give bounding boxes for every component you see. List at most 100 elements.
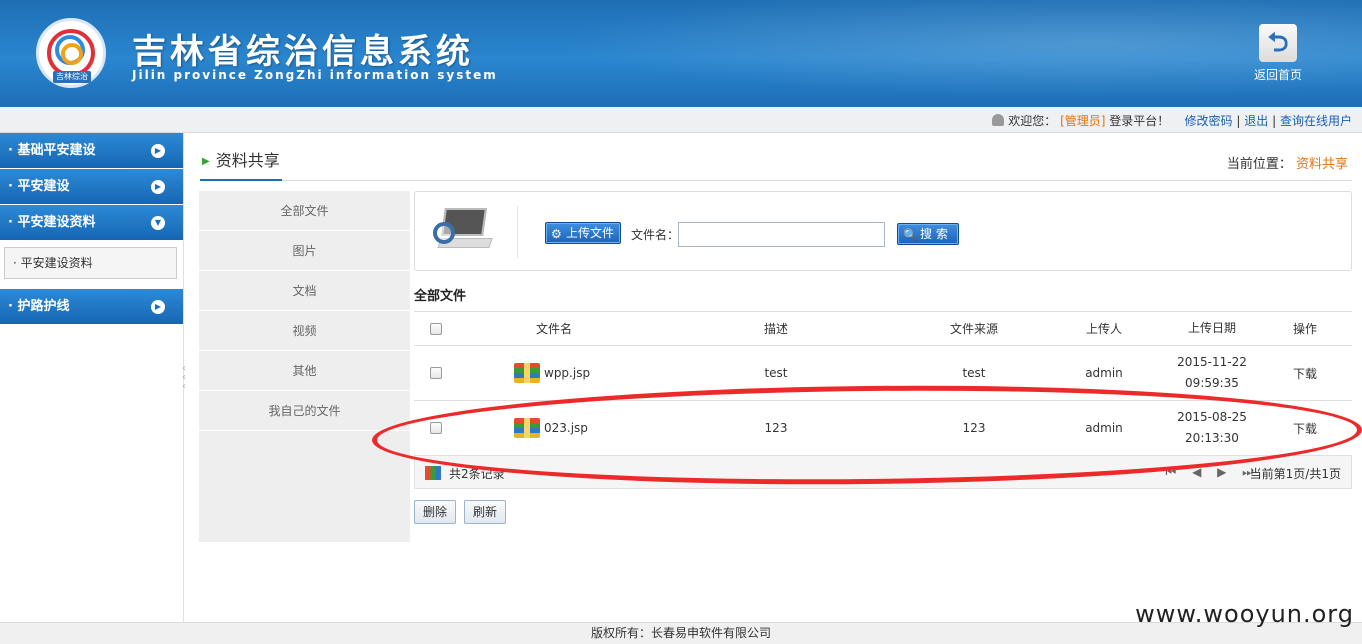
sidebar-item-label: · 护路护线 <box>8 299 70 314</box>
file-table: 文件名 描述 文件来源 上传人 上传日期 操作 wpp.jsp test tes… <box>414 311 1352 456</box>
gear-icon: ⚙ <box>551 227 562 241</box>
page-header: ▶ 资料共享 当前位置： 资料共享 <box>200 147 1352 181</box>
refresh-button[interactable]: 刷新 <box>464 500 507 524</box>
time-text: 09:59:35 <box>1185 376 1239 390</box>
tab-arrow-icon: ▶ <box>202 156 210 167</box>
page-info: 当前第1页/共1页 <box>1249 467 1341 481</box>
pagination-controls[interactable]: ⏮ ◀ ▶ ⏭ <box>1165 465 1259 480</box>
watermark: www.wooyun.org <box>1135 600 1354 628</box>
file-upload-date: 2015-11-22 09:59:35 <box>1164 346 1260 400</box>
header-source: 文件来源 <box>949 322 998 336</box>
file-description: 123 <box>764 421 788 435</box>
category-my-files[interactable]: 我自己的文件 <box>199 391 410 431</box>
file-name: wpp.jsp <box>544 366 591 380</box>
user-role: [管理员] <box>1060 114 1106 128</box>
login-text: 登录平台！ <box>1109 114 1170 128</box>
separator: | <box>1236 114 1241 128</box>
filename-label: 文件名： <box>631 228 680 242</box>
file-uploader: admin <box>1085 366 1123 380</box>
system-title: 吉林省综治信息系统 <box>132 32 474 72</box>
category-videos[interactable]: 视频 <box>199 311 410 351</box>
logo: 吉林综治 <box>36 18 106 88</box>
header-upload-date: 上传日期 <box>1187 321 1236 335</box>
file-name: 023.jsp <box>544 421 588 435</box>
search-label: 搜索 <box>920 227 953 241</box>
category-documents[interactable]: 文档 <box>199 271 410 311</box>
search-icon: 🔍 <box>903 228 922 242</box>
category-other[interactable]: 其他 <box>199 351 410 391</box>
sidebar-item-label: · 平安建设资料 <box>8 215 96 230</box>
upload-file-button[interactable]: ⚙ 上传文件 <box>545 222 622 244</box>
row-checkbox[interactable] <box>430 422 442 434</box>
upload-search-box: ⚙ 上传文件 文件名： 🔍 搜索 <box>414 191 1352 271</box>
expand-arrow-icon: ▶ <box>151 180 165 194</box>
home-label: 返回首页 <box>1253 68 1302 82</box>
file-source: 123 <box>962 421 986 435</box>
table-row: wpp.jsp test test admin 2015-11-22 09:59… <box>414 346 1352 401</box>
location-current: 资料共享 <box>1295 157 1348 172</box>
return-home-icon: ⮌ <box>1259 24 1297 62</box>
file-upload-date: 2015-08-25 20:13:30 <box>1164 401 1260 455</box>
user-bar: 欢迎您： [管理员] 登录平台！ 修改密码 | 退出 | 查询在线用户 <box>0 107 1362 133</box>
home-button[interactable]: ⮌ 返回首页 <box>1250 24 1306 83</box>
header-action: 操作 <box>1292 322 1317 336</box>
archive-file-icon <box>514 363 540 383</box>
file-uploader: admin <box>1085 421 1123 435</box>
sidebar-subitem-safety-materials[interactable]: · 平安建设资料 <box>4 247 177 279</box>
sidebar-item-label: · 基础平安建设 <box>8 143 96 158</box>
sidebar-subnav: · 平安建设资料 <box>0 241 183 289</box>
time-text: 20:13:30 <box>1185 431 1239 445</box>
table-header-row: 文件名 描述 文件来源 上传人 上传日期 操作 <box>414 312 1352 346</box>
sidebar-item-safety-materials[interactable]: · 平安建设资料 ▼ <box>0 205 183 240</box>
sidebar-collapse-handle[interactable]: ‹ ‹ ‹ <box>182 364 190 392</box>
category-all-files[interactable]: 全部文件 <box>199 191 410 231</box>
separator: | <box>1272 114 1277 128</box>
select-all-checkbox[interactable] <box>430 322 442 335</box>
location-label: 当前位置： <box>1226 157 1292 172</box>
upload-label: 上传文件 <box>566 226 615 240</box>
header-uploader: 上传人 <box>1085 322 1122 336</box>
main-content: ▶ 资料共享 当前位置： 资料共享 全部文件 图片 文档 视频 其他 我自己的文件… <box>190 133 1362 623</box>
list-title: 全部文件 <box>414 289 467 304</box>
expand-arrow-icon: ▶ <box>151 300 165 314</box>
page-title: 资料共享 <box>215 151 280 170</box>
delete-button[interactable]: 删除 <box>414 500 457 524</box>
record-count-text: 共2条记录 <box>449 467 505 481</box>
chart-icon <box>425 466 441 480</box>
download-link[interactable]: 下载 <box>1280 346 1330 400</box>
logo-text: 吉林综治 <box>53 71 91 83</box>
date-text: 2015-11-22 <box>1177 355 1247 369</box>
file-description: test <box>764 366 788 380</box>
logout-link[interactable]: 退出 <box>1244 114 1268 128</box>
date-text: 2015-08-25 <box>1177 410 1247 424</box>
laptop-search-icon <box>433 206 493 256</box>
archive-file-icon <box>514 418 540 438</box>
change-password-link[interactable]: 修改密码 <box>1185 114 1233 128</box>
sidebar: · 基础平安建设 ▶ · 平安建设 ▶ · 平安建设资料 ▼ · 平安建设资料 … <box>0 133 184 623</box>
download-link[interactable]: 下载 <box>1280 401 1330 455</box>
user-icon <box>992 114 1005 126</box>
sidebar-item-basic-safety[interactable]: · 基础平安建设 ▶ <box>0 133 183 168</box>
sidebar-item-safety-building[interactable]: · 平安建设 ▶ <box>0 169 183 204</box>
page-tab: ▶ 资料共享 <box>200 147 282 181</box>
header-filename: 文件名 <box>535 322 572 336</box>
row-checkbox[interactable] <box>430 367 442 379</box>
record-count: 共2条记录 <box>425 465 505 482</box>
app-header: 吉林综治 吉林省综治信息系统 Jilin province ZongZhi in… <box>0 0 1362 107</box>
filename-input[interactable] <box>678 222 885 247</box>
header-description: 描述 <box>763 322 788 336</box>
collapse-arrow-icon: ▼ <box>151 216 165 230</box>
table-row: 023.jsp 123 123 admin 2015-08-25 20:13:3… <box>414 401 1352 456</box>
divider <box>517 206 518 258</box>
category-images[interactable]: 图片 <box>199 231 410 271</box>
file-name-cell: 023.jsp <box>514 401 594 455</box>
sidebar-item-road-protection[interactable]: · 护路护线 ▶ <box>0 289 183 324</box>
pagination-bar: 共2条记录 ⏮ ◀ ▶ ⏭ 当前第1页/共1页 <box>414 455 1352 489</box>
file-name-cell: wpp.jsp <box>514 346 594 400</box>
breadcrumb: 当前位置： 资料共享 <box>1227 153 1348 172</box>
file-source: test <box>962 366 986 380</box>
search-button[interactable]: 🔍 搜索 <box>897 223 960 245</box>
online-users-link[interactable]: 查询在线用户 <box>1280 114 1352 128</box>
expand-arrow-icon: ▶ <box>151 144 165 158</box>
welcome-text: 欢迎您： <box>1008 114 1057 128</box>
